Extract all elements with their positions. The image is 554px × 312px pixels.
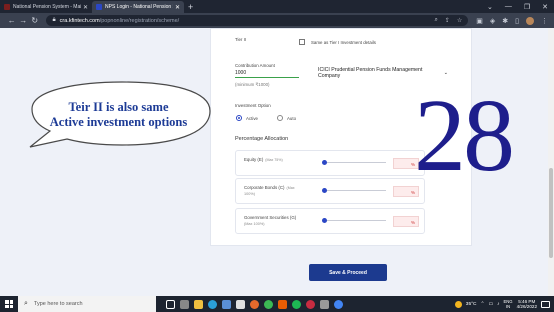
allocation-name: Government Securities (G) — [244, 215, 297, 220]
windows-logo-icon — [5, 300, 13, 308]
file-explorer-icon[interactable] — [194, 299, 203, 309]
allocation-name: Equity (E) (Max 75%) — [244, 157, 283, 162]
tab-title: National Pension System - Main... — [13, 4, 81, 10]
close-window-icon[interactable]: ✕ — [542, 3, 548, 11]
investment-option-label: Investment Option — [235, 103, 271, 108]
slider-handle[interactable] — [322, 188, 327, 193]
tab-title: NPS Login - National Pension S... — [105, 4, 173, 10]
url-host: cra.kfintech.com — [59, 17, 100, 24]
minimum-hint: (minimum ₹1000) — [235, 82, 270, 87]
allocation-name: Corporate Bonds (C) (Max — [244, 185, 295, 190]
url-path: /popnonline/registration/scheme/ — [99, 17, 180, 24]
chrome-icon[interactable] — [334, 299, 343, 309]
chevron-down-icon: ⌄ — [443, 69, 448, 76]
back-icon[interactable]: ← — [6, 16, 17, 25]
firefox-icon[interactable] — [250, 299, 259, 309]
app-icon[interactable] — [320, 299, 329, 309]
government-securities-percent-input[interactable]: % — [393, 216, 419, 227]
active-option-label: Active — [246, 116, 258, 121]
widget-icon[interactable] — [180, 299, 189, 309]
auto-option-label: Auto — [287, 116, 297, 121]
edge-icon[interactable] — [208, 299, 217, 309]
taskbar-apps — [166, 299, 343, 309]
reload-icon[interactable]: ↻ — [29, 16, 40, 25]
sidebar-icon[interactable]: ▯ — [515, 17, 519, 25]
scrollbar-thumb[interactable] — [549, 168, 553, 258]
search-placeholder: Type here to search — [33, 301, 83, 307]
allocation-max: 100%) — [244, 192, 255, 196]
government-securities-slider[interactable] — [322, 218, 386, 223]
system-tray: 35°C ⌃ ▭ ♪ ENG IN 5:46 PM 4/26/2022 — [454, 299, 554, 310]
menu-icon[interactable]: ⋮ — [541, 17, 548, 25]
forward-icon[interactable]: → — [17, 16, 28, 25]
slider-handle[interactable] — [322, 218, 327, 223]
favicon-icon — [96, 4, 102, 10]
notification-icon[interactable] — [541, 300, 550, 308]
page-scrollbar[interactable] — [548, 28, 554, 296]
pfm-selected-value: ICICI Prudential Pension Funds Managemen… — [318, 66, 423, 79]
share-icon[interactable]: ⇪ — [445, 17, 450, 24]
overlay-number: 28 — [414, 78, 515, 193]
weather-icon — [454, 300, 462, 308]
windows-start-button[interactable] — [0, 296, 18, 312]
tab-nps-login[interactable]: NPS Login - National Pension S... ✕ — [92, 1, 184, 13]
puzzle-icon[interactable]: ✱ — [502, 17, 508, 25]
allocation-title: Percentage Allocation — [235, 136, 289, 142]
allocation-government-securities: Government Securities (G) (Max 100%) % — [235, 208, 425, 234]
mail-icon[interactable] — [236, 299, 245, 309]
new-tab-button[interactable]: + — [188, 1, 193, 13]
window-controls: ⌄ — ❐ ✕ — [487, 0, 548, 13]
tab-search-icon[interactable]: ⌄ — [487, 3, 493, 11]
app-icon[interactable] — [306, 299, 315, 309]
clock[interactable]: 5:46 PM 4/26/2022 — [517, 299, 537, 310]
search-icon: ⌕ — [24, 300, 28, 307]
equity-slider[interactable] — [322, 160, 386, 165]
profile-avatar[interactable] — [525, 16, 534, 25]
network-icon[interactable]: ▭ — [489, 302, 494, 307]
close-icon[interactable]: ✕ — [175, 4, 180, 11]
volume-icon[interactable]: ♪ — [497, 302, 499, 307]
allocation-corporate-bonds: Corporate Bonds (C) (Max 100%) % — [235, 178, 425, 204]
temperature: 35°C — [465, 301, 477, 307]
taskbar-search-input[interactable]: ⌕ Type here to search — [18, 296, 156, 312]
auto-radio[interactable] — [277, 115, 283, 121]
extension-icon[interactable]: ▣ — [476, 17, 483, 25]
allocation-equity: Equity (E) (Max 75%) % — [235, 150, 425, 176]
url-field[interactable]: 🔒︎ cra.kfintech.com/popnonline/registrat… — [46, 15, 469, 26]
contribution-amount-input[interactable]: 1000 — [235, 69, 299, 78]
minimize-icon[interactable]: — — [505, 3, 512, 10]
allocation-max: (Max 100%) — [244, 222, 265, 226]
corporate-bonds-slider[interactable] — [322, 188, 386, 193]
favicon-icon — [4, 4, 10, 10]
tier-label: Tier II — [235, 37, 247, 42]
spotify-icon[interactable] — [292, 299, 301, 309]
same-as-tier1-checkbox[interactable] — [299, 39, 305, 45]
store-icon[interactable] — [222, 299, 231, 309]
extension-icon[interactable]: ◈ — [490, 17, 495, 25]
save-and-proceed-button[interactable]: Save & Proceed — [309, 264, 387, 281]
slider-handle[interactable] — [322, 160, 327, 165]
language-indicator[interactable]: ENG IN — [503, 299, 512, 309]
tray-arrow-icon[interactable]: ⌃ — [481, 302, 485, 307]
tab-national-pension-system[interactable]: National Pension System - Main... ✕ — [0, 1, 92, 13]
task-view-icon[interactable] — [166, 299, 175, 309]
zoom-icon[interactable]: ⌕ — [434, 17, 437, 24]
browser-tab-strip: National Pension System - Main... ✕ NPS … — [0, 0, 554, 13]
same-as-tier1-label: Same as Tier I Investment details — [311, 40, 376, 45]
address-bar: ← → ↻ 🔒︎ cra.kfintech.com/popnonline/reg… — [0, 13, 554, 28]
close-icon[interactable]: ✕ — [83, 4, 88, 11]
callout-text: Teir II is also same Active investment o… — [49, 100, 188, 129]
maximize-icon[interactable]: ❐ — [524, 3, 530, 11]
active-radio[interactable] — [236, 115, 242, 121]
contribution-label: Contribution Amount — [235, 63, 275, 68]
vlc-icon[interactable] — [278, 299, 287, 309]
chrome-icon[interactable] — [264, 299, 273, 309]
bookmark-star-icon[interactable]: ☆ — [457, 17, 462, 24]
pfm-select[interactable]: ICICI Prudential Pension Funds Managemen… — [318, 66, 448, 79]
lock-icon: 🔒︎ — [52, 17, 56, 23]
taskbar: ⌕ Type here to search 35°C ⌃ ▭ ♪ ENG IN … — [0, 296, 554, 312]
